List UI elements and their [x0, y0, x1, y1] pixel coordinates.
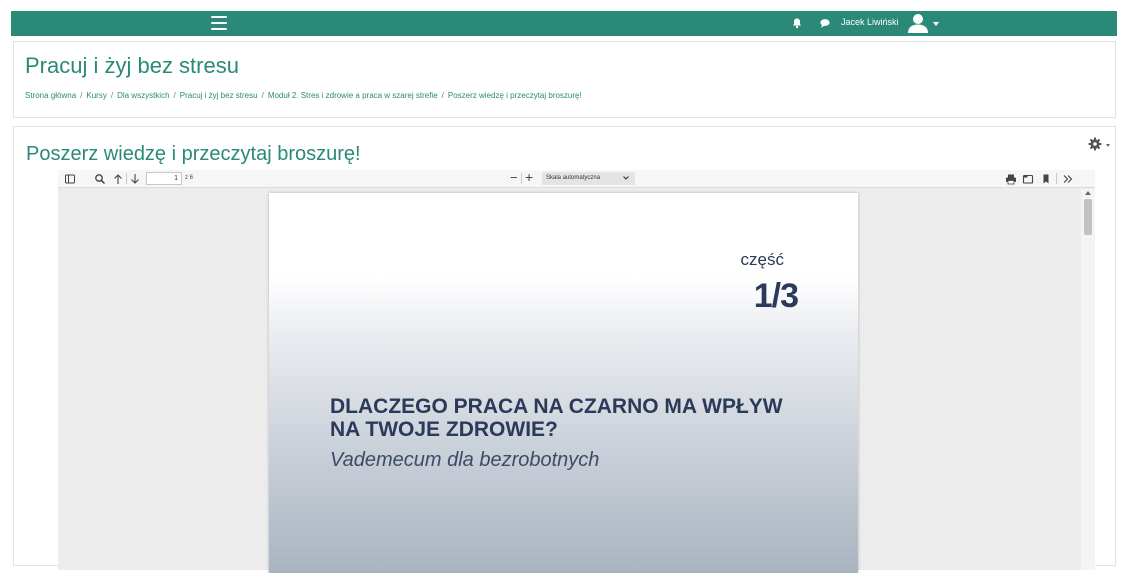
pdf-scrollbar[interactable]: [1081, 189, 1095, 570]
zoom-out-button[interactable]: −: [510, 170, 518, 185]
scroll-up-arrow[interactable]: [1085, 191, 1091, 195]
heading-line-2: NA TWOJE ZDROWIE?: [330, 418, 558, 441]
zoom-select-label: Skala automatyczna: [546, 175, 601, 181]
section-title: Poszerz wiedzę i przeczytaj broszurę!: [26, 143, 361, 165]
pdf-toolbar: z 6 − + Skala automatyczna: [58, 169, 1095, 188]
document-subtitle: Vademecum dla bezrobotnych: [330, 449, 600, 471]
breadcrumb: Strona główna / Kursy / Dla wszystkich / Pracu…: [25, 91, 582, 100]
pdf-viewer: z 6 − + Skala automatyczna: [58, 169, 1095, 573]
page-number-input[interactable]: [146, 172, 182, 185]
gear-icon[interactable]: [1088, 137, 1102, 151]
chevron-down-icon: [623, 176, 629, 180]
breadcrumb-for-everyone[interactable]: Dla wszystkich: [117, 91, 169, 100]
chat-icon[interactable]: [819, 17, 831, 29]
breadcrumb-course[interactable]: Pracuj i żyj bez stresu: [180, 91, 258, 100]
breadcrumb-current[interactable]: Poszerz wiedzę i przeczytaj broszurę!: [448, 91, 582, 100]
toolbar-divider: [126, 173, 127, 184]
sidebar-toggle-icon[interactable]: [64, 173, 76, 185]
content-card: Poszerz wiedzę i przeczytaj broszurę! 1 …: [13, 126, 1116, 573]
toolbar-divider: [521, 173, 522, 184]
search-icon[interactable]: [94, 173, 106, 185]
page-header: Pracuj i żyj bez stresu Strona główna / Ku…: [13, 41, 1116, 118]
breadcrumb-separator: /: [261, 91, 264, 100]
breadcrumb-separator: /: [110, 91, 114, 100]
toolbar-divider: [1056, 173, 1057, 184]
breadcrumb-separator: /: [441, 91, 444, 100]
zoom-select[interactable]: Skala automatyczna: [542, 172, 635, 185]
heading-line-1: DLACZEGO PRACA NA CZARNO MA WPŁYW: [330, 395, 783, 418]
zoom-in-button[interactable]: +: [525, 169, 533, 185]
breadcrumb-separator: /: [173, 91, 176, 100]
breadcrumb-home[interactable]: Strona główna: [25, 91, 76, 100]
document-heading: DLACZEGO PRACA NA CZARNO MA WPŁYW NA TWO…: [330, 395, 800, 441]
avatar-icon[interactable]: [907, 12, 929, 34]
menu-icon[interactable]: [211, 16, 227, 30]
tools-chevron-icon[interactable]: [1062, 173, 1074, 185]
print-icon[interactable]: [1005, 173, 1017, 185]
bell-icon[interactable]: [791, 17, 803, 29]
breadcrumb-courses[interactable]: Kursy: [86, 91, 106, 100]
bookmark-icon[interactable]: [1040, 173, 1052, 185]
part-label: część: [740, 250, 784, 269]
page-total: z 6: [185, 175, 194, 181]
breadcrumb-separator: /: [80, 91, 83, 100]
user-name[interactable]: Jacek Liwiński: [841, 17, 899, 27]
previous-page-icon[interactable]: [112, 173, 124, 185]
next-page-icon[interactable]: [129, 173, 141, 185]
part-number: 1/3: [753, 277, 799, 315]
pdf-page: część 1/3 DLACZEGO PRACA NA CZARNO MA WP…: [269, 193, 858, 573]
caret-down-icon[interactable]: [933, 22, 939, 26]
open-file-icon[interactable]: [1022, 173, 1034, 185]
breadcrumb-module[interactable]: Moduł 2. Stres i zdrowie a praca w szare…: [268, 91, 438, 100]
top-navbar: Jacek Liwiński: [11, 11, 1117, 36]
gear-caret-icon[interactable]: [1106, 144, 1110, 147]
page-title: Pracuj i żyj bez stresu: [25, 53, 239, 78]
scroll-thumb[interactable]: [1084, 199, 1092, 235]
